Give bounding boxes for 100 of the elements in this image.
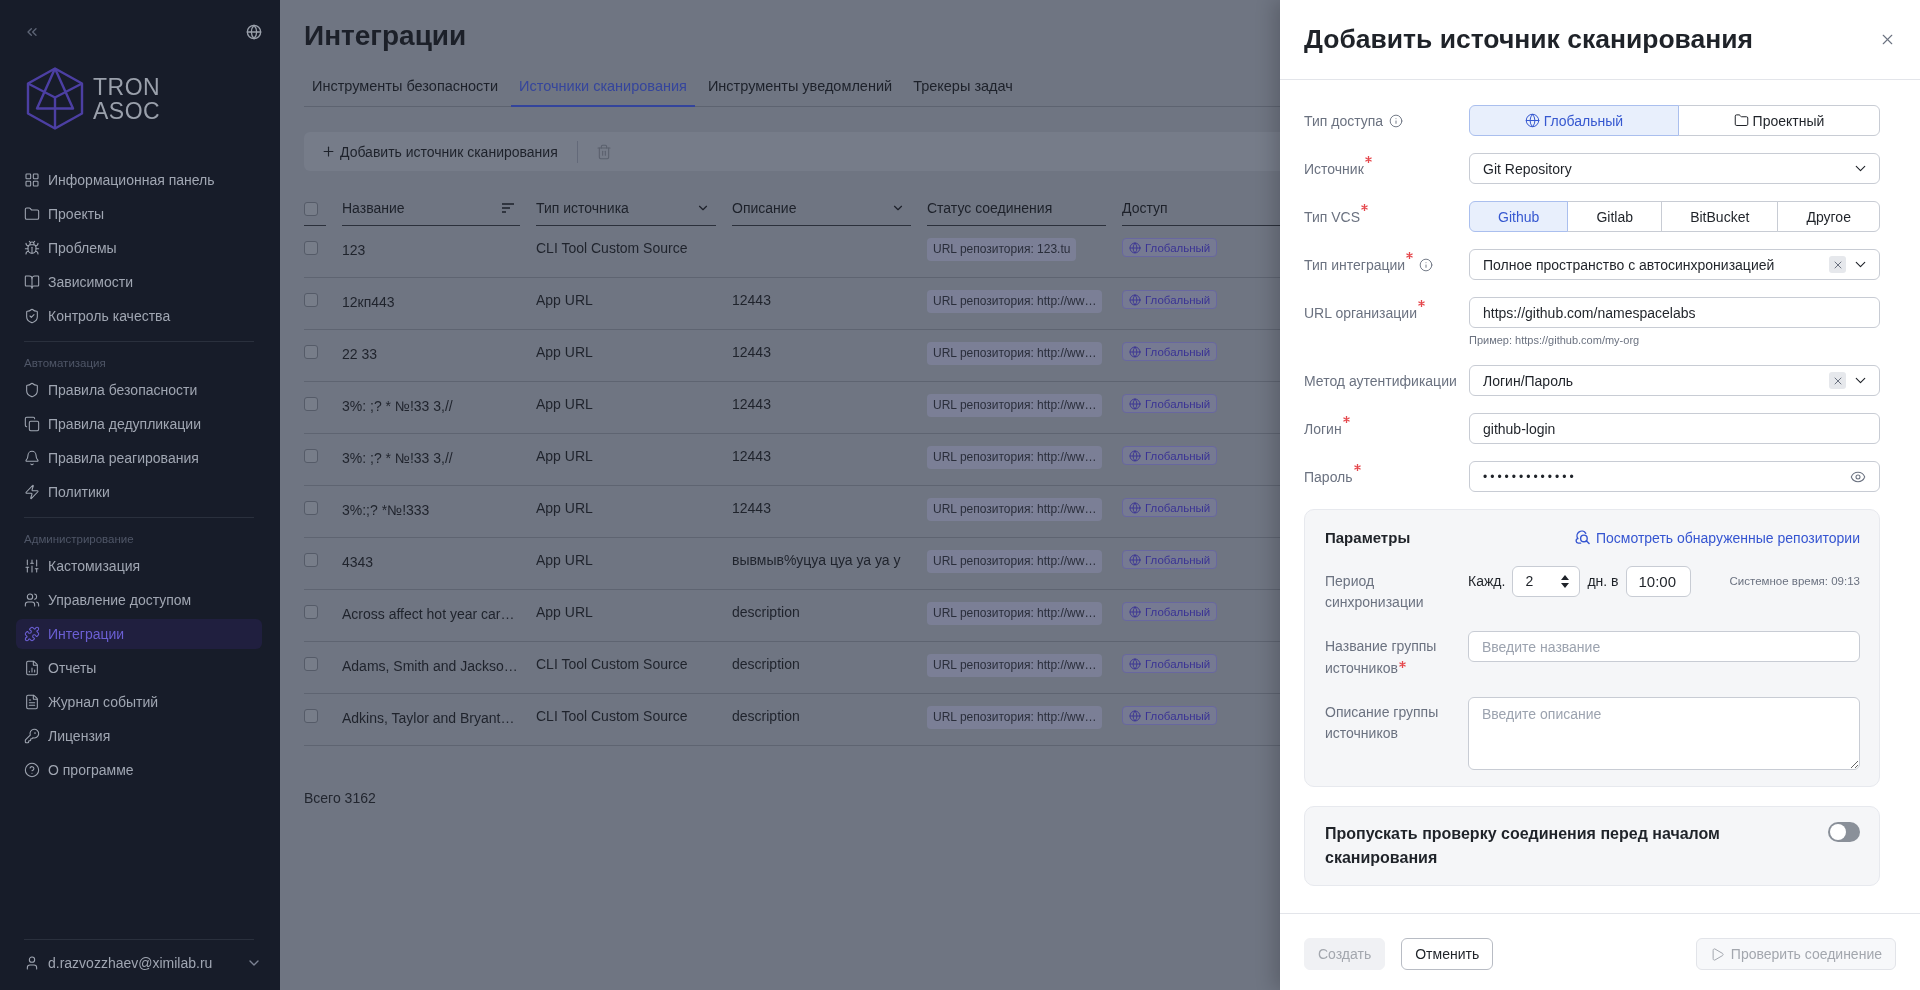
segment-option[interactable]: BitBucket: [1661, 201, 1779, 232]
globe-icon: [1129, 397, 1141, 410]
copy-icon: [24, 416, 40, 432]
info-icon[interactable]: [1419, 257, 1434, 272]
toggle-switch[interactable]: [1828, 822, 1860, 842]
globe-icon: [1129, 449, 1141, 462]
access-label: Глобальный: [1145, 657, 1211, 670]
chart-file-icon: [24, 660, 40, 676]
table-cell-text: 4343: [342, 553, 374, 572]
table-cell-text: Adams, Smith and Jackso…: [342, 657, 518, 676]
select-field[interactable]: Полное пространство с автосинхронизацией: [1469, 249, 1880, 280]
globe-icon: [1129, 241, 1141, 254]
plus-icon: [321, 144, 336, 159]
sidebar-item[interactable]: Отчеты: [16, 653, 262, 683]
clear-icon[interactable]: [1829, 372, 1846, 389]
add-source-button[interactable]: Добавить источник сканирования: [321, 139, 558, 164]
row-checkbox[interactable]: [304, 345, 318, 359]
field-label: Описание группы источников: [1325, 703, 1439, 741]
sidebar-item[interactable]: Журнал событий: [16, 687, 262, 717]
row-checkbox[interactable]: [304, 449, 318, 463]
field-label: Метод аутентификации: [1304, 372, 1457, 389]
row-checkbox[interactable]: [304, 657, 318, 671]
access-label: Глобальный: [1145, 449, 1211, 462]
row-checkbox[interactable]: [304, 501, 318, 515]
access-label: Глобальный: [1145, 397, 1211, 410]
sidebar-item[interactable]: Проекты: [16, 199, 262, 229]
table-cell-text: App URL: [536, 343, 593, 362]
user-icon: [24, 955, 40, 971]
segment-option[interactable]: Проектный: [1677, 105, 1880, 136]
status-tag: URL репозитория: http://ww…: [927, 394, 1103, 417]
lightning-icon: [24, 484, 40, 500]
table-cell-text: App URL: [536, 447, 593, 466]
sliders-icon: [24, 558, 40, 574]
table-cell-text: App URL: [536, 603, 593, 622]
sidebar-item[interactable]: Проблемы: [16, 233, 262, 263]
system-time: Системное время: 09:13: [1729, 575, 1860, 587]
sidebar-item[interactable]: Лицензия: [16, 721, 262, 751]
table-cell-text: 123: [342, 241, 366, 260]
row-checkbox[interactable]: [304, 241, 318, 255]
column-header: Тип источника: [536, 199, 629, 216]
segment-option[interactable]: Gitlab: [1567, 201, 1663, 232]
row-checkbox[interactable]: [304, 553, 318, 567]
sidebar-item[interactable]: Правила реагирования: [16, 443, 262, 473]
segment-option[interactable]: Другое: [1777, 201, 1880, 232]
select-field[interactable]: Git Repository: [1469, 153, 1880, 184]
text-input[interactable]: Введите название: [1468, 631, 1860, 662]
row-checkbox[interactable]: [304, 397, 318, 411]
table-cell-text: CLI Tool Custom Source: [536, 655, 688, 674]
globe-icon: [1129, 293, 1141, 306]
table-cell-text: 3%: ;? * №!33 3,//: [342, 397, 453, 416]
table-cell-text: description: [732, 707, 800, 726]
status-tag: URL репозитория: http://ww…: [927, 290, 1103, 313]
users-icon: [24, 592, 40, 608]
tab[interactable]: Трекеры задач: [905, 67, 1021, 107]
sidebar-item[interactable]: О программе: [16, 755, 262, 785]
row-checkbox[interactable]: [304, 709, 318, 723]
text-input[interactable]: https://github.com/namespacelabs: [1469, 297, 1880, 328]
sidebar-item[interactable]: Правила дедупликации: [16, 409, 262, 439]
segment-option[interactable]: Github: [1469, 201, 1569, 232]
sidebar-item[interactable]: Информационная панель: [16, 165, 262, 195]
document-icon: [24, 694, 40, 710]
sidebar-item[interactable]: Контроль качества: [16, 301, 262, 331]
sidebar-item[interactable]: Кастомизация: [16, 551, 262, 581]
view-repositories-link[interactable]: Посмотреть обнаруженные репозитории: [1574, 529, 1860, 546]
select-all-checkbox[interactable]: [304, 202, 318, 216]
table-cell-text: 12443: [732, 447, 771, 466]
access-label: Глобальный: [1145, 241, 1211, 254]
interval-input[interactable]: 2: [1512, 565, 1581, 597]
sidebar-item[interactable]: Управление доступом: [16, 585, 262, 615]
field-label: Пароль: [1304, 468, 1353, 485]
globe-icon[interactable]: [246, 23, 262, 40]
globe-icon: [1129, 709, 1141, 722]
clear-icon[interactable]: [1829, 256, 1846, 273]
sidebar-item[interactable]: Правила безопасности: [16, 375, 262, 405]
status-tag: URL репозитория: http://ww…: [927, 498, 1103, 521]
row-checkbox[interactable]: [304, 293, 318, 307]
row-checkbox[interactable]: [304, 605, 318, 619]
cancel-button[interactable]: Отменить: [1401, 938, 1494, 970]
bug-icon: [24, 240, 40, 256]
password-input[interactable]: •••••••••••••: [1469, 461, 1880, 492]
status-tag: URL репозитория: 123.tu: [927, 238, 1077, 261]
panel-title: Добавить источник сканирования: [1304, 24, 1754, 55]
time-input[interactable]: 10:00: [1625, 565, 1691, 597]
status-tag: URL репозитория: http://ww…: [927, 550, 1103, 573]
text-input[interactable]: github-login: [1469, 413, 1880, 444]
info-icon[interactable]: [1389, 113, 1404, 128]
table-cell-text: Adkins, Taylor and Bryant…: [342, 709, 515, 728]
sort-icon[interactable]: [502, 202, 514, 213]
table-cell-text: 12443: [732, 291, 771, 310]
sidebar-item[interactable]: Политики: [16, 477, 262, 507]
field-label: URL организации: [1304, 304, 1417, 321]
segment-option[interactable]: Глобальный: [1469, 105, 1679, 136]
description-textarea[interactable]: Введите описание: [1468, 696, 1860, 770]
total-count: Всего 3162: [304, 789, 377, 808]
select-field[interactable]: Логин/Пароль: [1469, 365, 1880, 396]
sidebar-item[interactable]: Зависимости: [16, 267, 262, 297]
stepper-arrows-icon[interactable]: [1561, 574, 1570, 588]
field-label: Тип доступа: [1304, 112, 1384, 129]
section-heading: Автоматизация: [23, 356, 107, 371]
field-label: Тип интеграции: [1304, 256, 1406, 273]
